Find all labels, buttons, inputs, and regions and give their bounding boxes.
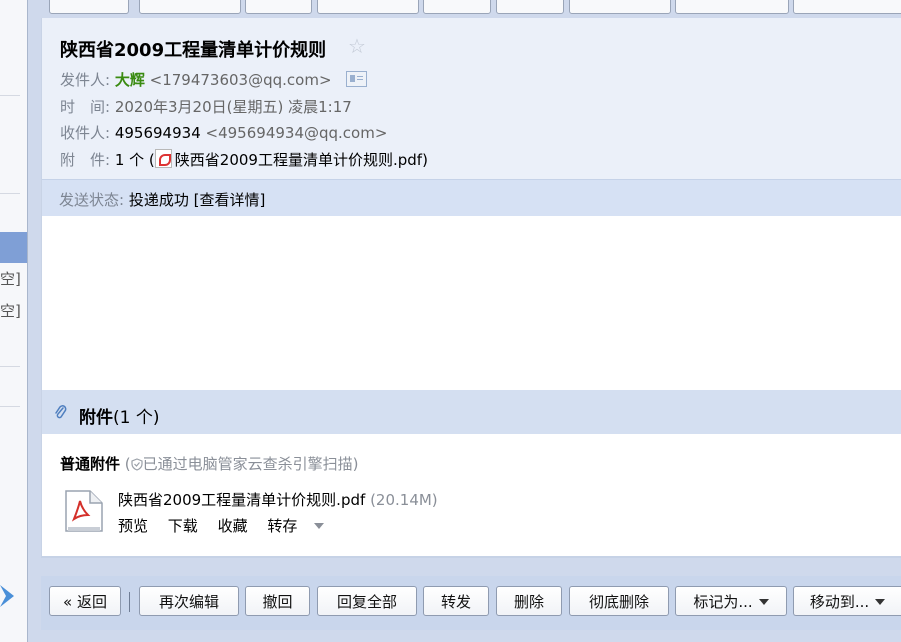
toolbar-button[interactable]	[423, 0, 491, 14]
attachment-close: )	[422, 151, 428, 169]
scan-note: (已通过电脑管家云查杀引擎扫描)	[124, 455, 359, 473]
recipient-label: 收件人:	[60, 124, 111, 142]
recipient-row: 收件人: 495694934 <495694934@qq.com>	[60, 122, 387, 143]
sidebar-divider	[0, 193, 20, 194]
attachment-section-count: (1 个)	[113, 408, 160, 428]
paperclip-icon	[55, 405, 67, 419]
star-icon[interactable]: ☆	[348, 34, 366, 58]
mail-body	[41, 216, 901, 390]
mark-as-button[interactable]: 标记为...	[675, 586, 787, 616]
sidebar-item-label[interactable]: 空]	[0, 300, 21, 321]
sender-row: 发件人: 大辉 <179473603@qq.com>	[60, 69, 368, 90]
attachment-section-header: 附件(1 个)	[41, 390, 901, 434]
chevron-down-icon	[314, 523, 325, 529]
decorative-star-icon	[0, 585, 14, 607]
time-label: 时 间:	[60, 98, 111, 116]
toolbar-separator	[129, 592, 130, 612]
pdf-file-icon	[154, 149, 172, 168]
attachment-section-title: 附件	[79, 408, 113, 428]
toolbar-button[interactable]	[569, 0, 671, 14]
attachment-link[interactable]: 陕西省2009工程量清单计价规则.pdf	[175, 151, 422, 169]
sidebar-divider	[0, 95, 20, 96]
favorite-link[interactable]: 收藏	[218, 517, 248, 535]
attachment-file-size: (20.14M)	[370, 491, 438, 509]
edit-again-button[interactable]: 再次编辑	[139, 586, 239, 616]
time-value: 2020年3月20日(星期五) 凌晨1:17	[114, 98, 352, 116]
sender-label: 发件人:	[60, 71, 111, 89]
toolbar-button[interactable]	[317, 0, 419, 14]
recall-button[interactable]: 撤回	[245, 586, 310, 616]
pdf-file-icon	[65, 490, 103, 532]
bottom-toolbar: « 返回 再次编辑 撤回 回复全部 转发 删除 彻底删除 标记为... 移动到.…	[41, 576, 901, 630]
reply-all-button[interactable]: 回复全部	[317, 586, 417, 616]
chevron-down-icon	[758, 599, 769, 605]
toolbar-button[interactable]	[496, 0, 564, 14]
chevron-down-icon	[875, 599, 886, 605]
toolbar-button[interactable]	[245, 0, 312, 14]
sidebar-divider	[0, 406, 20, 407]
attachment-kind: 普通附件	[60, 455, 121, 473]
attachment-file-name: 陕西省2009工程量清单计价规则.pdf	[118, 491, 366, 509]
save-to-link[interactable]: 转存	[267, 517, 325, 535]
shield-icon	[131, 458, 143, 471]
status-details-link[interactable]: [查看详情]	[194, 191, 266, 209]
sender-email: <179473603@qq.com>	[149, 71, 332, 89]
back-button[interactable]: « 返回	[49, 586, 121, 616]
attachment-label: 附 件:	[60, 151, 111, 169]
left-sidebar: 空] 空]	[0, 0, 28, 642]
delete-permanently-button[interactable]: 彻底删除	[569, 586, 669, 616]
status-label: 发送状态:	[59, 191, 125, 209]
sender-name[interactable]: 大辉	[115, 71, 145, 89]
status-value: 投递成功	[128, 191, 189, 209]
delete-button[interactable]: 删除	[496, 586, 562, 616]
attachment-row: 附 件: 1 个 ( 陕西省2009工程量清单计价规则.pdf)	[60, 149, 428, 170]
sidebar-selected-item[interactable]	[0, 232, 27, 263]
mail-subject: 陕西省2009工程量清单计价规则	[60, 40, 327, 61]
move-to-button[interactable]: 移动到...	[793, 586, 901, 616]
mail-header: 陕西省2009工程量清单计价规则 ☆ 发件人: 大辉 <179473603@qq…	[41, 18, 901, 217]
sidebar-item-label[interactable]: 空]	[0, 268, 21, 289]
toolbar-button[interactable]	[793, 0, 901, 14]
download-link[interactable]: 下载	[168, 517, 198, 535]
preview-link[interactable]: 预览	[118, 517, 148, 535]
time-row: 时 间: 2020年3月20日(星期五) 凌晨1:17	[60, 96, 352, 117]
recipient-name[interactable]: 495694934	[115, 124, 201, 142]
toolbar-button[interactable]	[139, 0, 241, 14]
sidebar-divider	[0, 366, 20, 367]
forward-button[interactable]: 转发	[423, 586, 489, 616]
top-toolbar	[41, 0, 901, 18]
attachment-count: 1 个 (	[114, 151, 155, 169]
recipient-email: <495694934@qq.com>	[205, 124, 388, 142]
send-status-bar: 发送状态: 投递成功 [查看详情]	[42, 179, 901, 217]
toolbar-button[interactable]	[49, 0, 129, 14]
toolbar-button[interactable]	[675, 0, 789, 14]
contact-card-icon[interactable]	[346, 71, 368, 87]
attachment-section-body: 普通附件 (已通过电脑管家云查杀引擎扫描) 陕西省2009工程量清单计价规则.p…	[41, 434, 901, 558]
